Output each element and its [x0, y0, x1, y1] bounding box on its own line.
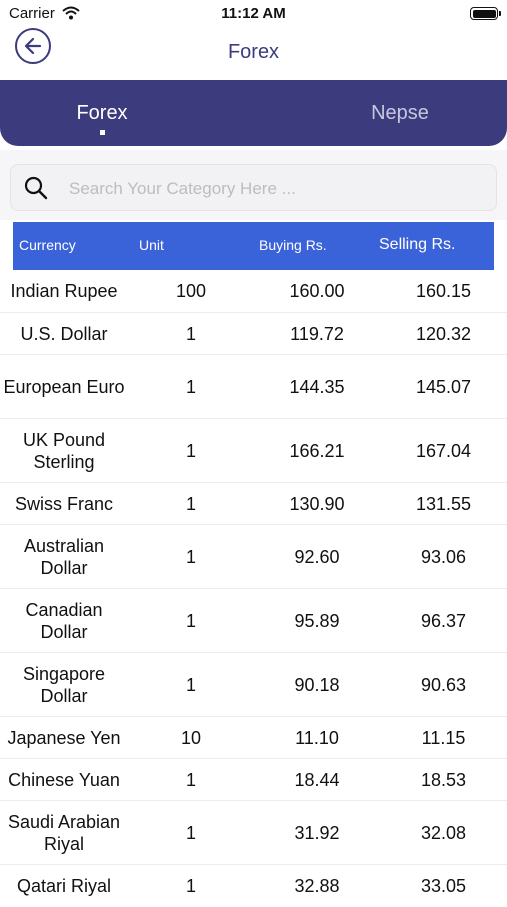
- table-row[interactable]: Swiss Franc 1 130.90 131.55: [0, 483, 507, 525]
- active-tab-indicator: [100, 130, 105, 135]
- selling-rate: 96.37: [420, 610, 467, 631]
- currency-name: U.S. Dollar: [20, 323, 108, 344]
- buying-rate: 18.44: [294, 769, 340, 790]
- search-section: [0, 150, 507, 220]
- selling-rate: 32.08: [420, 822, 467, 843]
- table-row[interactable]: UK Pound Sterling 1 166.21 167.04: [0, 419, 507, 483]
- currency-unit: 1: [185, 376, 196, 397]
- selling-rate: 11.15: [421, 727, 466, 748]
- selling-rate: 120.32: [415, 323, 472, 344]
- buying-rate: 166.21: [289, 440, 345, 461]
- search-icon: [24, 176, 48, 200]
- table-row[interactable]: Qatari Riyal 1 32.88 33.05: [0, 865, 507, 907]
- buying-rate: 160.00: [289, 281, 345, 301]
- selling-rate: 131.55: [415, 493, 472, 514]
- currency-unit: 100: [175, 281, 207, 301]
- currency-name: Swiss Franc: [14, 493, 113, 514]
- buying-rate: 31.92: [294, 822, 340, 843]
- selling-rate: 90.63: [420, 674, 467, 695]
- currency-unit: 1: [185, 674, 196, 695]
- currency-unit: 1: [185, 323, 196, 344]
- table-row[interactable]: Canadian Dollar 1 95.89 96.37: [0, 589, 507, 653]
- currency-name: Singapore Dollar: [22, 663, 106, 706]
- currency-name: Indian Rupee: [10, 281, 118, 301]
- table-row[interactable]: European Euro 1 144.35 145.07: [0, 355, 507, 419]
- currency-name: Saudi Arabian Riyal: [7, 811, 121, 854]
- search-input[interactable]: [67, 165, 491, 212]
- currency-unit: 1: [185, 440, 196, 461]
- table-header: Currency Unit Buying Rs. Selling Rs.: [13, 222, 494, 270]
- buying-rate: 92.60: [294, 546, 340, 567]
- currency-name: Japanese Yen: [7, 727, 121, 748]
- buying-rate: 90.18: [294, 674, 340, 695]
- header-selling: Selling Rs.: [379, 236, 456, 253]
- rates-table-body: Indian Rupee 100 160.00 160.15 U.S. Doll…: [0, 270, 507, 907]
- navigation-bar: Forex: [0, 28, 507, 78]
- table-row[interactable]: Saudi Arabian Riyal 1 31.92 32.08: [0, 801, 507, 865]
- tab-nepse[interactable]: Nepse: [300, 102, 500, 125]
- buying-rate: 130.90: [289, 493, 345, 514]
- currency-unit: 1: [185, 876, 196, 896]
- currency-unit: 1: [185, 610, 196, 631]
- page-title: Forex: [227, 41, 280, 63]
- table-row[interactable]: Chinese Yuan 1 18.44 18.53: [0, 759, 507, 801]
- table-row[interactable]: U.S. Dollar 1 119.72 120.32: [0, 313, 507, 355]
- status-bar: Carrier 11:12 AM: [0, 0, 507, 28]
- selling-rate: 160.15: [415, 281, 472, 301]
- table-row[interactable]: Indian Rupee 100 160.00 160.15: [0, 270, 507, 313]
- currency-unit: 1: [185, 493, 196, 514]
- currency-name: European Euro: [3, 376, 125, 397]
- battery-icon: [470, 7, 501, 20]
- currency-name: Australian Dollar: [23, 535, 105, 578]
- tab-forex[interactable]: Forex: [2, 102, 202, 125]
- currency-unit: 1: [185, 822, 196, 843]
- table-row[interactable]: Australian Dollar 1 92.60 93.06: [0, 525, 507, 589]
- currency-name: Qatari Riyal: [16, 876, 112, 896]
- table-row[interactable]: Japanese Yen 10 11.10 11.15: [0, 717, 507, 759]
- currency-unit: 10: [180, 727, 202, 748]
- buying-rate: 32.88: [294, 876, 340, 896]
- selling-rate: 18.53: [420, 769, 467, 790]
- currency-name: Canadian Dollar: [25, 599, 103, 642]
- buying-rate: 95.89: [294, 610, 340, 631]
- currency-unit: 1: [185, 546, 196, 567]
- buying-rate: 119.72: [290, 323, 344, 344]
- status-time: 11:12 AM: [221, 5, 286, 22]
- selling-rate: 93.06: [420, 546, 467, 567]
- buying-rate: 11.10: [295, 727, 339, 748]
- currency-name: Chinese Yuan: [8, 769, 120, 790]
- currency-unit: 1: [185, 769, 196, 790]
- header-unit: Unit: [139, 237, 164, 253]
- header-currency: Currency: [19, 237, 76, 253]
- selling-rate: 167.04: [415, 440, 472, 461]
- selling-rate: 33.05: [420, 876, 467, 896]
- selling-rate: 145.07: [415, 376, 472, 397]
- table-row[interactable]: Singapore Dollar 1 90.18 90.63: [0, 653, 507, 717]
- search-bar[interactable]: [10, 164, 497, 212]
- header-buying: Buying Rs.: [259, 237, 327, 253]
- tab-bar: Forex Nepse: [0, 80, 507, 146]
- currency-name: UK Pound Sterling: [22, 429, 106, 472]
- buying-rate: 144.35: [289, 376, 345, 397]
